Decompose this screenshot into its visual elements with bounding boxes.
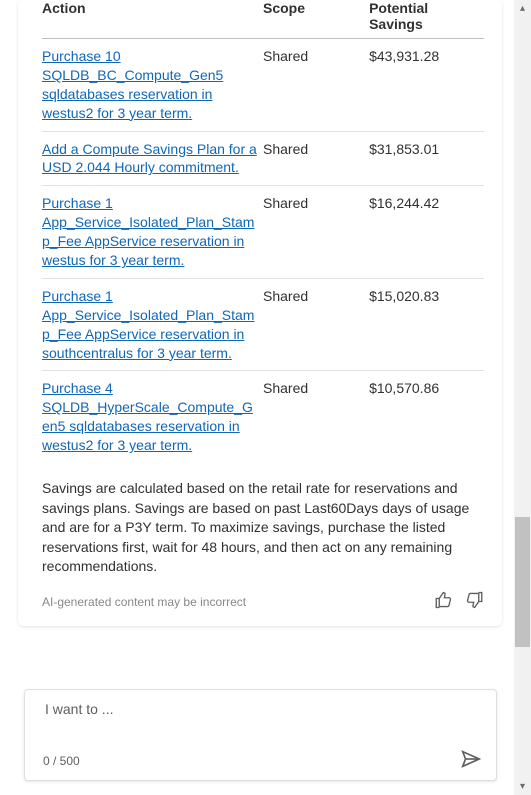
scroll-down-icon[interactable]: ▾ <box>514 778 531 795</box>
scroll-up-icon[interactable]: ▴ <box>514 0 531 17</box>
scope-cell: Shared <box>263 371 369 463</box>
scope-cell: Shared <box>263 39 369 132</box>
col-header-savings: Potential Savings <box>369 0 484 39</box>
recommendation-link[interactable]: Add a Compute Savings Plan for a USD 2.0… <box>42 141 257 176</box>
char-counter: 0 / 500 <box>43 754 80 768</box>
savings-cell: $43,931.28 <box>369 39 484 132</box>
recommendation-link[interactable]: Purchase 1 App_Service_Isolated_Plan_Sta… <box>42 195 254 268</box>
savings-footnote: Savings are calculated based on the reta… <box>42 479 484 577</box>
chat-input[interactable] <box>43 700 452 718</box>
col-header-scope: Scope <box>263 0 369 39</box>
assistant-response-card: Action Scope Potential Savings Purchase … <box>18 0 502 626</box>
thumbs-up-icon[interactable] <box>434 591 452 612</box>
table-row: Purchase 10 SQLDB_BC_Compute_Gen5 sqldat… <box>42 39 484 132</box>
savings-table: Action Scope Potential Savings Purchase … <box>42 0 484 463</box>
send-icon[interactable] <box>460 748 482 770</box>
table-row: Purchase 1 App_Service_Isolated_Plan_Sta… <box>42 186 484 279</box>
vertical-scrollbar[interactable]: ▴ ▾ <box>514 0 531 795</box>
table-row: Purchase 1 App_Service_Isolated_Plan_Sta… <box>42 278 484 371</box>
table-row: Add a Compute Savings Plan for a USD 2.0… <box>42 131 484 186</box>
recommendation-link[interactable]: Purchase 1 App_Service_Isolated_Plan_Sta… <box>42 288 254 361</box>
ai-disclaimer: AI-generated content may be incorrect <box>42 595 246 609</box>
scope-cell: Shared <box>263 278 369 371</box>
scope-cell: Shared <box>263 186 369 279</box>
scroll-track[interactable] <box>514 17 531 778</box>
savings-cell: $31,853.01 <box>369 131 484 186</box>
thumbs-down-icon[interactable] <box>466 591 484 612</box>
savings-cell: $16,244.42 <box>369 186 484 279</box>
table-row: Purchase 4 SQLDB_HyperScale_Compute_Gen5… <box>42 371 484 463</box>
recommendation-link[interactable]: Purchase 10 SQLDB_BC_Compute_Gen5 sqldat… <box>42 48 223 121</box>
savings-cell: $15,020.83 <box>369 278 484 371</box>
chat-input-card: 0 / 500 <box>24 689 497 781</box>
recommendation-link[interactable]: Purchase 4 SQLDB_HyperScale_Compute_Gen5… <box>42 380 253 453</box>
scope-cell: Shared <box>263 131 369 186</box>
col-header-action: Action <box>42 0 263 39</box>
savings-cell: $10,570.86 <box>369 371 484 463</box>
scroll-thumb[interactable] <box>515 517 530 647</box>
